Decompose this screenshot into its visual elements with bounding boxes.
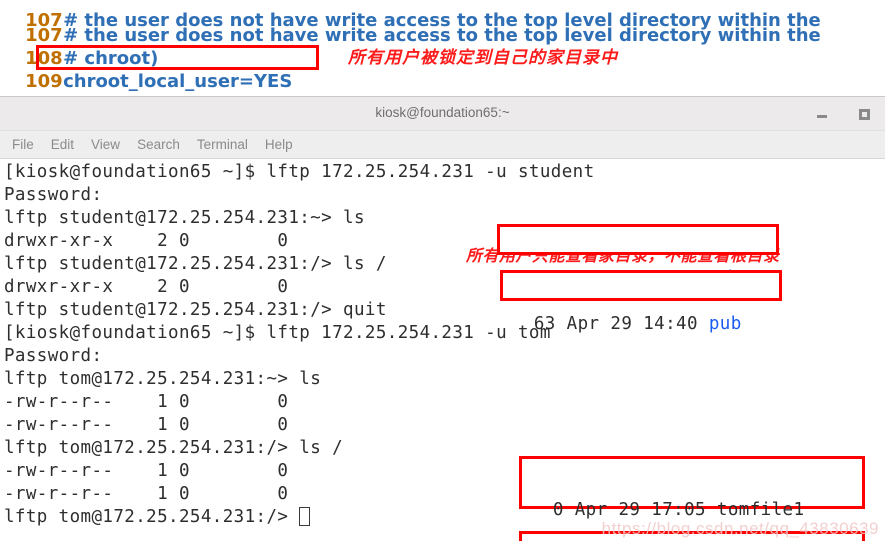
menu-item-file[interactable]: File bbox=[12, 131, 34, 159]
red-box-pub-home: 63 Apr 29 14:40 pub bbox=[497, 224, 779, 288]
terminal-line: drwxr-xr-x 2 0 0 bbox=[4, 231, 289, 251]
code-line-109: 109chroot_local_user=YES bbox=[0, 47, 292, 92]
file-name: pub bbox=[708, 314, 742, 334]
terminal-output-area[interactable]: [kiosk@foundation65 ~]$ lftp 172.25.254.… bbox=[0, 159, 885, 541]
file-meta: 0 Apr 29 17:05 bbox=[531, 500, 717, 520]
maximize-icon[interactable] bbox=[857, 106, 873, 122]
terminal-line: -rw-r--r-- 1 0 0 bbox=[4, 415, 289, 435]
menu-item-search[interactable]: Search bbox=[137, 131, 180, 159]
red-box-row: 63 Apr 29 14:40 pub bbox=[503, 313, 779, 336]
file-name: tomfile1 bbox=[716, 500, 805, 520]
menu-item-help[interactable]: Help bbox=[265, 131, 293, 159]
editor-annotation-text: 所有用户被锁定到自己的家目录中 bbox=[348, 48, 618, 68]
terminal-titlebar[interactable]: kiosk@foundation65:~ bbox=[0, 97, 885, 131]
menu-item-view[interactable]: View bbox=[91, 131, 120, 159]
terminal-line: -rw-r--r-- 1 0 0 bbox=[4, 461, 289, 481]
terminal-line: drwxr-xr-x 2 0 0 bbox=[4, 277, 289, 297]
terminal-line: lftp student@172.25.254.231:/> ls / bbox=[4, 254, 387, 274]
code-line-107: 107# the user does not have write access… bbox=[0, 1, 821, 46]
terminal-line: [kiosk@foundation65 ~]$ lftp 172.25.254.… bbox=[4, 162, 595, 182]
text-cursor bbox=[299, 507, 311, 526]
terminal-line: -rw-r--r-- 1 0 0 bbox=[4, 392, 289, 412]
terminal-line: Password: bbox=[4, 346, 103, 366]
red-box-tomfiles-home: 0 Apr 29 17:05 tomfile1 0 Apr 29 17:05 t… bbox=[519, 456, 865, 520]
code-line-110: 110#chroot_list_enable=YES bbox=[0, 70, 315, 96]
window-title: kiosk@foundation65:~ bbox=[375, 105, 510, 120]
prompt-text: lftp tom@172.25.254.231:/> bbox=[4, 507, 300, 527]
terminal-line: -rw-r--r-- 1 0 0 bbox=[4, 484, 289, 504]
terminal-line: lftp student@172.25.254.231:/> quit bbox=[4, 300, 387, 320]
terminal-line: lftp tom@172.25.254.231:/> ls / bbox=[4, 438, 344, 458]
terminal-menubar: File Edit View Search Terminal Help bbox=[0, 131, 885, 159]
file-meta: 63 Apr 29 14:40 bbox=[512, 314, 709, 334]
menu-item-terminal[interactable]: Terminal bbox=[197, 131, 248, 159]
terminal-line: Password: bbox=[4, 185, 103, 205]
watermark-text: https://blog.csdn.net/qq_43830639 bbox=[601, 519, 879, 538]
terminal-line: [kiosk@foundation65 ~]$ lftp 172.25.254.… bbox=[4, 323, 551, 343]
code-line-108: 108# chroot) bbox=[0, 24, 158, 69]
terminal-line: lftp student@172.25.254.231:~> ls bbox=[4, 208, 365, 228]
terminal-window: kiosk@foundation65:~ File Edit View Search T… bbox=[0, 96, 885, 541]
terminal-line: lftp tom@172.25.254.231:~> ls bbox=[4, 369, 322, 389]
config-file-editor: 107# the user does not have write access… bbox=[0, 0, 885, 96]
terminal-prompt-line: lftp tom@172.25.254.231:/> bbox=[4, 506, 311, 529]
red-box-pub-root: 63 Apr 29 14:40 pub bbox=[500, 270, 782, 334]
minimize-icon[interactable] bbox=[814, 106, 830, 122]
menu-item-edit[interactable]: Edit bbox=[51, 131, 74, 159]
